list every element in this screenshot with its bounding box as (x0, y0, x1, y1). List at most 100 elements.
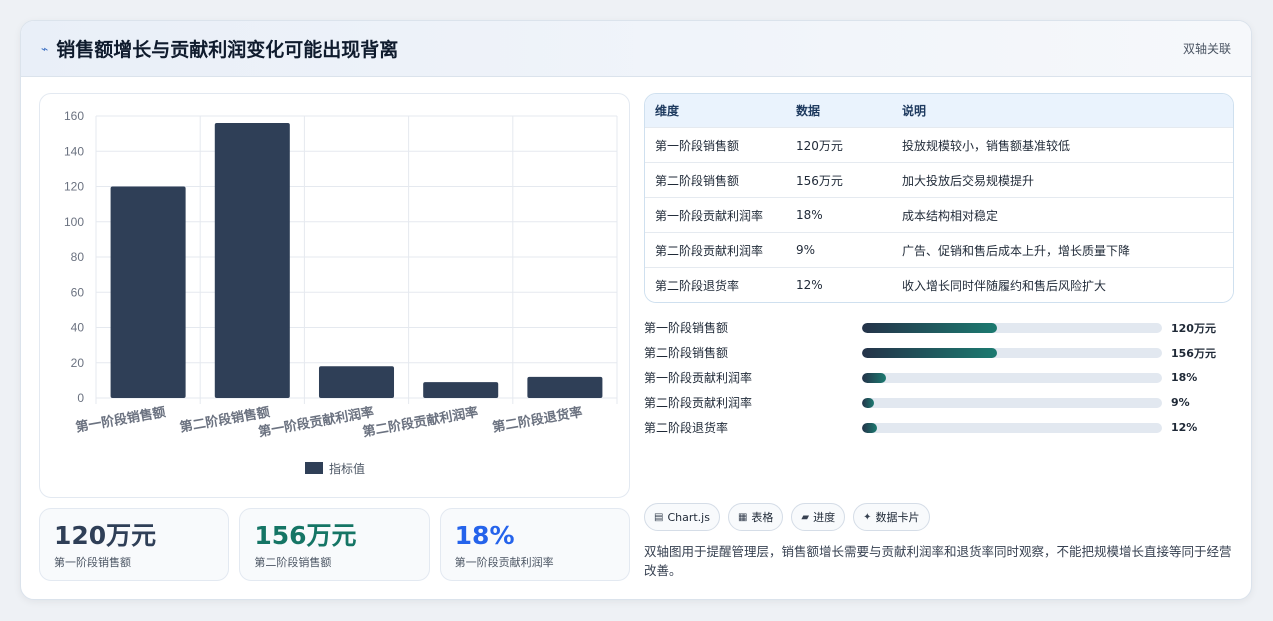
y-tick-label: 120 (64, 180, 84, 194)
header-cell: 维度 (655, 104, 680, 118)
bar (214, 123, 290, 399)
chip-data-cards[interactable]: ✦ 数据卡片 (853, 503, 930, 531)
data-table: 维度 数据 说明 第一阶段销售额 120万元 投放规模较小，销售额基准较低 第二… (644, 93, 1234, 303)
header-cell: 说明 (902, 104, 927, 118)
y-tick-label: 60 (71, 285, 85, 299)
x-tick-label: 第一阶段贡献利润率 (257, 404, 375, 440)
page-title: 销售额增长与贡献利润变化可能出现背离 (56, 39, 399, 61)
kpi-value: 120万元 (54, 521, 157, 550)
table-row: 第一阶段贡献利润率 18% 成本结构相对稳定 (645, 197, 1233, 232)
bar (423, 382, 499, 398)
table-cell: 18% (796, 208, 823, 222)
table-cell: 第一阶段贡献利润率 (655, 208, 764, 223)
x-tick-label: 第二阶段退货率 (491, 404, 583, 436)
table-cell: 9% (796, 243, 816, 257)
chart-icon: ▤ (654, 511, 664, 523)
kpi-card: 18% 第一阶段贡献利润率 (439, 508, 630, 581)
table-cell: 加大投放后交易规模提升 (902, 173, 1035, 188)
y-tick-label: 40 (71, 321, 85, 335)
chip-chartjs[interactable]: ▤ Chart.js (644, 503, 720, 531)
progress-value: 9% (1171, 396, 1190, 409)
x-tick-label: 第一阶段销售额 (74, 404, 166, 436)
table-cell: 成本结构相对稳定 (902, 208, 999, 223)
bar (110, 186, 186, 398)
kpi-label: 第一阶段销售额 (54, 556, 131, 569)
progress-fill (862, 372, 886, 383)
progress-track (862, 422, 1162, 433)
table-cell: 第二阶段销售额 (655, 173, 740, 188)
kpi-card: 156万元 第二阶段销售额 (239, 508, 430, 581)
right-panel: 维度 数据 说明 第一阶段销售额 120万元 投放规模较小，销售额基准较低 第二… (644, 93, 1234, 440)
legend-label: 指标值 (329, 461, 365, 476)
progress-track (862, 347, 1162, 358)
progress-value: 156万元 (1171, 346, 1216, 360)
progress-track (862, 372, 1162, 383)
progress-row: 第二阶段贡献利润率 9% (644, 390, 1234, 415)
footnote: 双轴图用于提醒管理层，销售额增长需要与贡献利润率和退货率同时观察，不能把规模增长… (644, 544, 1232, 578)
table-cell: 12% (796, 278, 823, 292)
header-tag: 双轴关联 (1182, 42, 1231, 56)
y-tick-label: 160 (64, 109, 84, 123)
table-cell: 120万元 (796, 138, 843, 153)
progress-row: 第一阶段贡献利润率 18% (644, 365, 1234, 390)
sparkline-icon: ⌁ (41, 41, 49, 56)
progress-value: 120万元 (1171, 321, 1216, 335)
progress-value: 12% (1171, 421, 1198, 434)
progress-fill (862, 322, 997, 333)
bar-chart: 0 20 40 60 80 100 120 140 160 第一阶段销售额 第二阶段销售额 第一阶段贡… (39, 93, 630, 498)
progress-row: 第二阶段销售额 156万元 (644, 340, 1234, 365)
table-cell: 156万元 (796, 173, 843, 188)
kpi-value: 18% (454, 521, 515, 550)
chip-label: 进度 (813, 511, 836, 524)
legend-swatch (305, 462, 323, 474)
sparkle-icon: ✦ (863, 511, 872, 523)
y-tick-label: 80 (71, 250, 85, 264)
progress-track (862, 322, 1162, 333)
card-header: ⌁ 销售额增长与贡献利润变化可能出现背离 双轴关联 (21, 21, 1251, 77)
table-cell: 第一阶段销售额 (655, 138, 740, 153)
progress-value: 18% (1171, 371, 1198, 384)
feature-chips: ▤ Chart.js ▦ 表格 ▰ 进度 ✦ 数据卡片 (644, 503, 930, 531)
table-row: 第二阶段退货率 12% 收入增长同时伴随履约和售后风险扩大 (645, 267, 1233, 302)
chip-label: 数据卡片 (875, 511, 920, 524)
kpi-label: 第一阶段贡献利润率 (454, 556, 554, 569)
table-cell: 收入增长同时伴随履约和售后风险扩大 (902, 278, 1107, 293)
table-header: 维度 数据 说明 (645, 94, 1233, 127)
progress-fill (862, 397, 874, 408)
kpi-cards: 120万元 第一阶段销售额 156万元 第二阶段销售额 18% 第一阶段贡献利润… (39, 508, 630, 581)
kpi-label: 第二阶段销售额 (254, 556, 332, 569)
chip-label: 表格 (751, 511, 774, 524)
table-cell: 第二阶段贡献利润率 (655, 243, 764, 258)
y-tick-label: 140 (64, 144, 84, 158)
y-tick-label: 0 (77, 391, 84, 405)
chip-progress[interactable]: ▰ 进度 (791, 503, 846, 531)
table-row: 第一阶段销售额 120万元 投放规模较小，销售额基准较低 (645, 127, 1233, 162)
progress-label: 第一阶段贡献利润率 (644, 371, 753, 385)
progress-fill (862, 422, 877, 433)
table-row: 第二阶段贡献利润率 9% 广告、促销和售后成本上升，增长质量下降 (645, 232, 1233, 267)
bar (318, 366, 395, 398)
progress-track (862, 397, 1162, 408)
table-cell: 投放规模较小，销售额基准较低 (902, 138, 1071, 153)
table-icon: ▦ (737, 511, 748, 523)
progress-row: 第二阶段退货率 12% (644, 415, 1234, 440)
progress-label: 第二阶段贡献利润率 (644, 396, 753, 410)
progress-list: 第一阶段销售额 120万元 第二阶段销售额 156万元 第一阶段贡献利润率 18… (644, 315, 1234, 440)
progress-label: 第二阶段退货率 (644, 421, 729, 435)
header-cell: 数据 (796, 104, 821, 118)
y-tick-label: 100 (64, 215, 84, 229)
table-row: 第二阶段销售额 156万元 加大投放后交易规模提升 (645, 162, 1233, 197)
progress-label: 第一阶段销售额 (644, 321, 729, 335)
chip-label: Chart.js (667, 510, 710, 524)
kpi-card: 120万元 第一阶段销售额 (39, 508, 230, 581)
bar (527, 376, 603, 398)
progress-label: 第二阶段销售额 (644, 346, 729, 360)
y-tick-label: 20 (71, 356, 85, 370)
chip-table[interactable]: ▦ 表格 (727, 503, 784, 531)
x-tick-label: 第二阶段贡献利润率 (361, 404, 479, 440)
progress-row: 第一阶段销售额 120万元 (644, 315, 1234, 340)
kpi-value: 156万元 (254, 521, 357, 550)
folder-icon: ▰ (801, 511, 810, 523)
chart-svg: 0 20 40 60 80 100 120 140 160 第一阶段销售额 第二阶段销售额第一阶段贡… (64, 109, 618, 476)
table-cell: 广告、促销和售后成本上升，增长质量下降 (902, 243, 1131, 258)
